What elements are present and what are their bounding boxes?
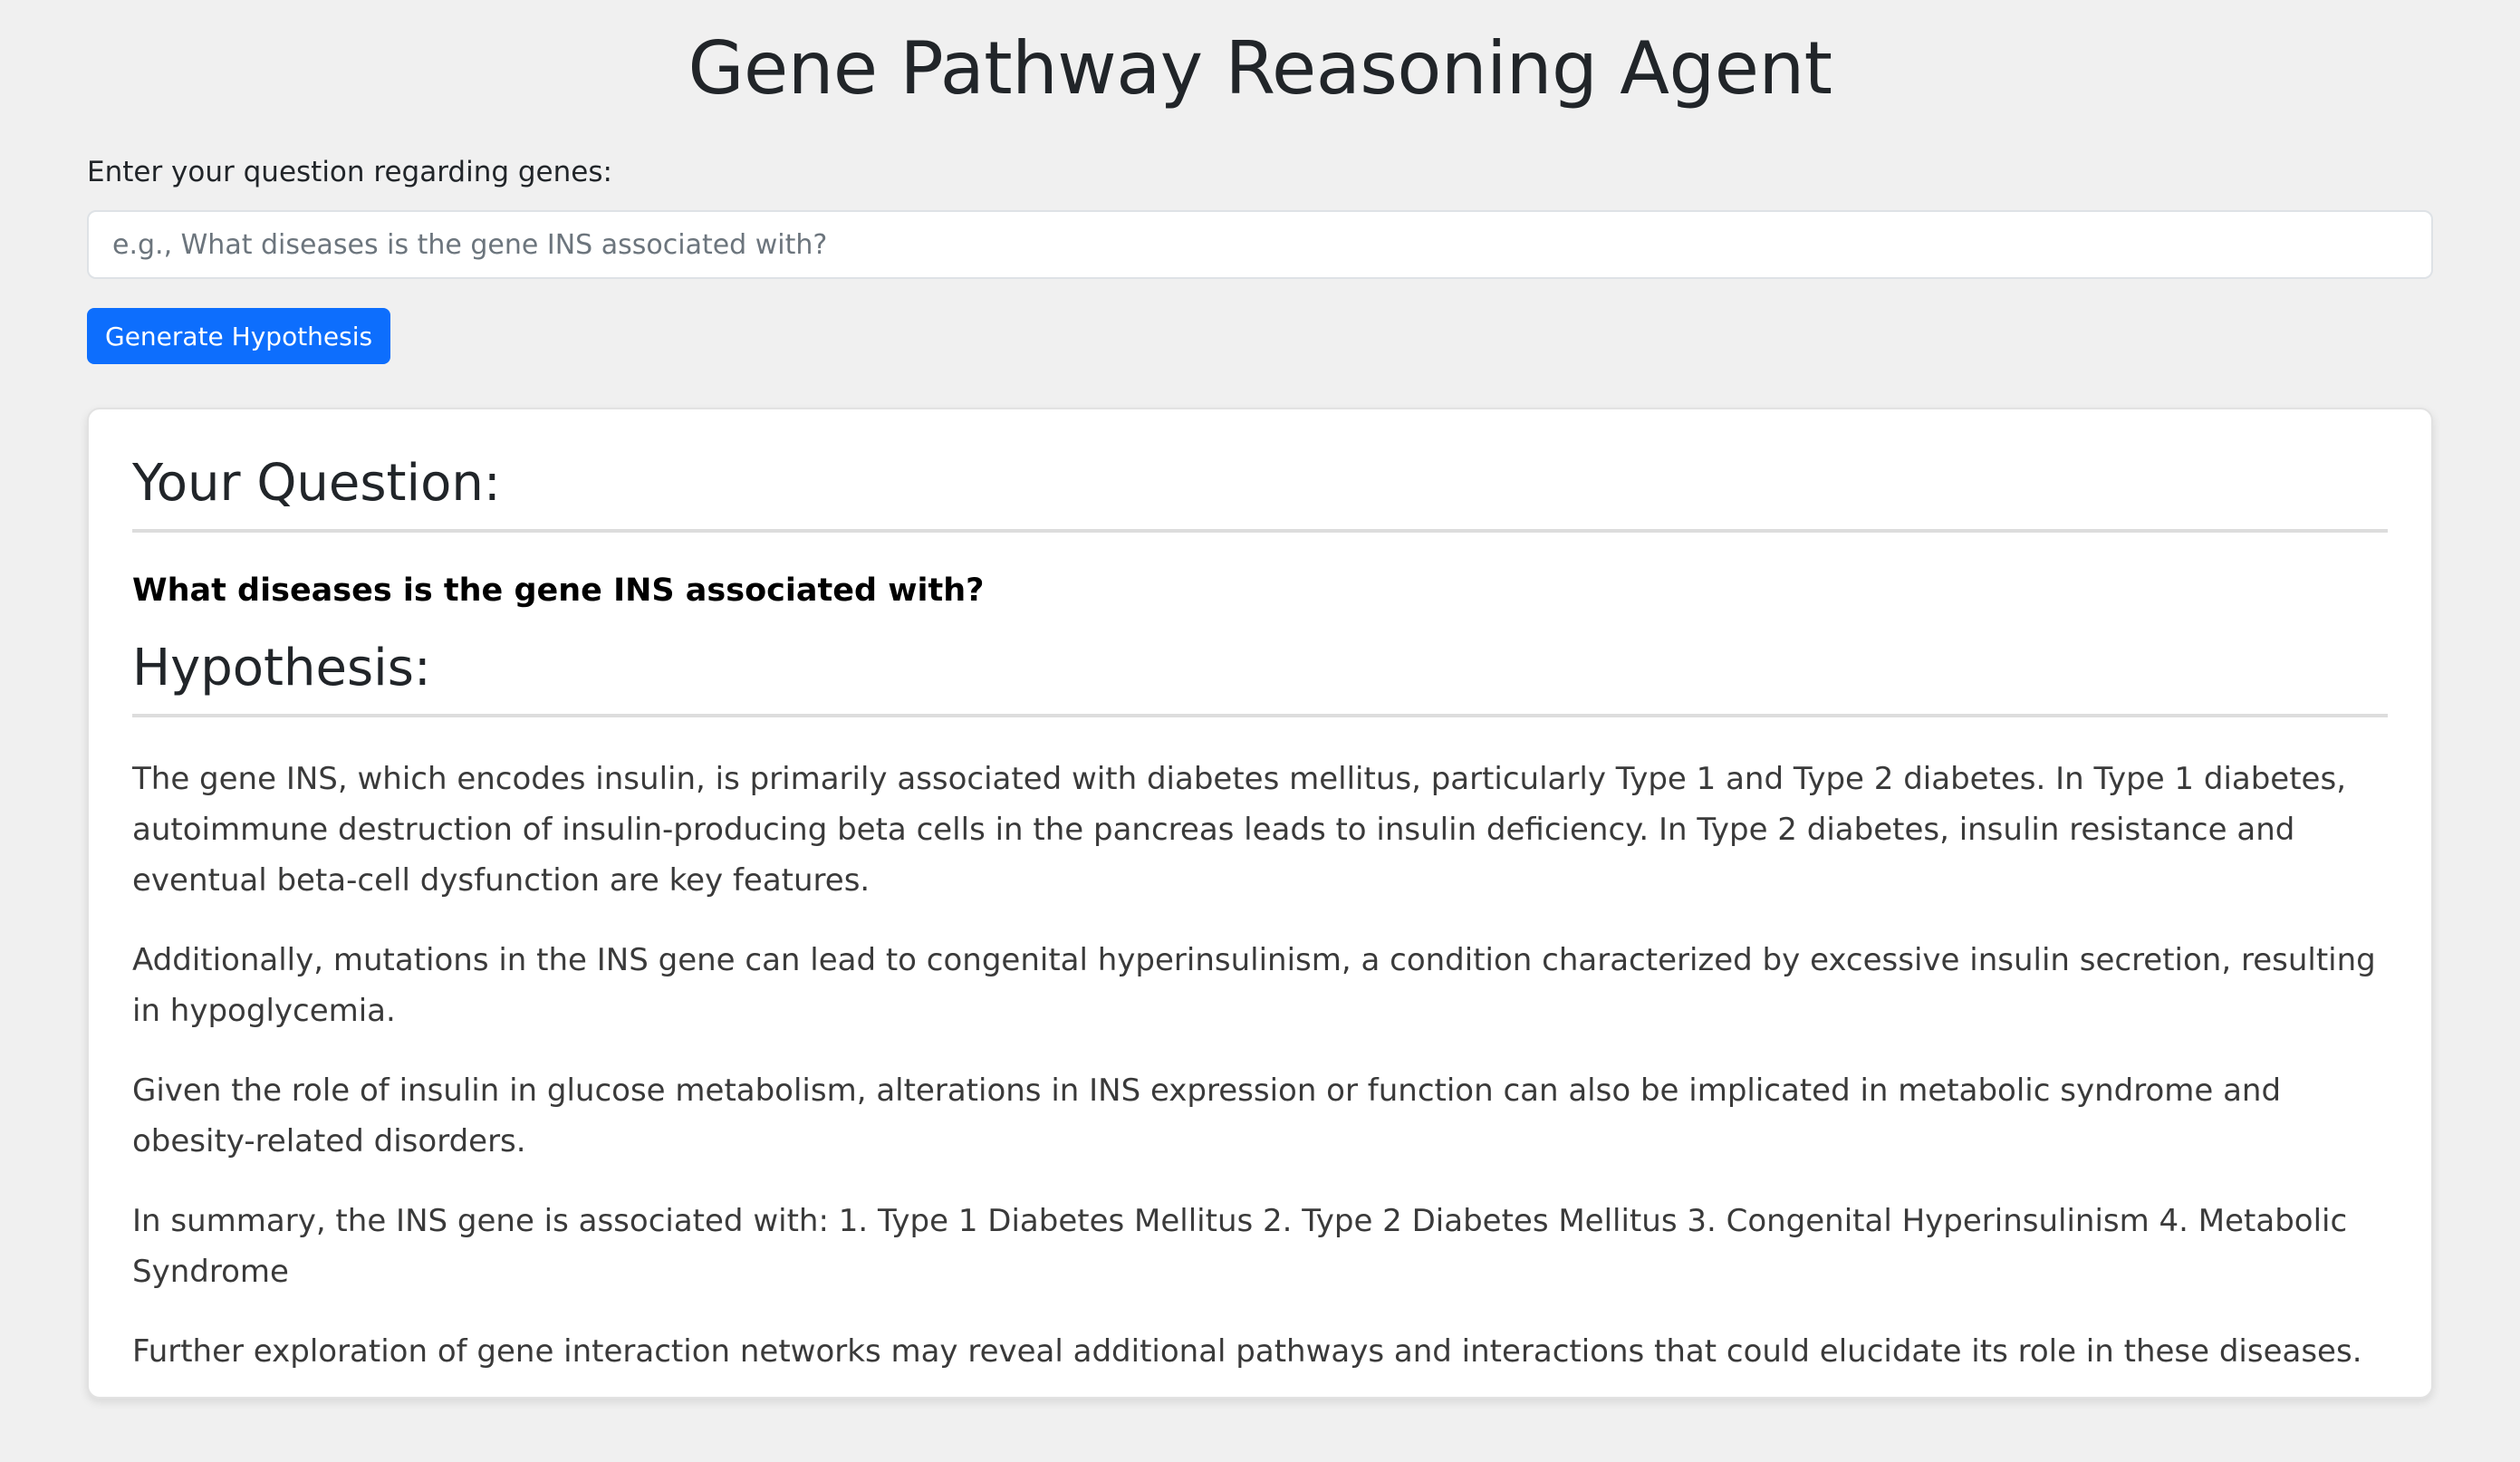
- submitted-question-text: What diseases is the gene INS associated…: [132, 572, 985, 609]
- hypothesis-paragraph: Given the role of insulin in glucose met…: [132, 1072, 2282, 1159]
- hypothesis-paragraph: Further exploration of gene interaction …: [132, 1333, 2362, 1370]
- hypothesis-paragraph: Additionally, mutations in the INS gene …: [132, 942, 2376, 1029]
- question-label: Enter your question regarding genes:: [87, 156, 612, 188]
- question-input[interactable]: [87, 210, 2433, 279]
- hypothesis-paragraph: The gene INS, which encodes insulin, is …: [132, 761, 2346, 899]
- hypothesis-body: The gene INS, which encodes insulin, is …: [132, 754, 2388, 1377]
- generate-hypothesis-button[interactable]: Generate Hypothesis: [87, 308, 391, 364]
- hypothesis-summary-paragraph: In summary, the INS gene is associated w…: [132, 1203, 2348, 1290]
- hypothesis-heading: Hypothesis:: [132, 634, 2388, 717]
- page-title: Gene Pathway Reasoning Agent: [688, 26, 1832, 111]
- page-container: Gene Pathway Reasoning Agent Enter your …: [87, 0, 2433, 1399]
- result-card: Your Question: What diseases is the gene…: [87, 408, 2433, 1399]
- your-question-heading: Your Question:: [132, 449, 2388, 533]
